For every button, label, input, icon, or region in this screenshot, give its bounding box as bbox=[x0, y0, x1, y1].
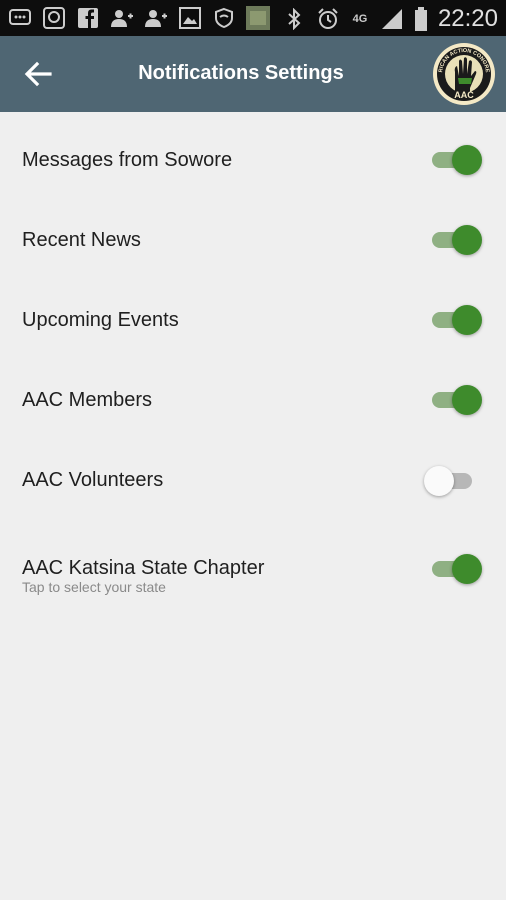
setting-label: AAC Volunteers bbox=[22, 469, 164, 491]
network-type: 4G bbox=[352, 13, 368, 25]
alarm-icon bbox=[316, 7, 340, 31]
aac-logo: AFRICAN ACTION CONGRESS AAC bbox=[430, 38, 496, 106]
aac-volunteers-switch[interactable] bbox=[424, 466, 482, 496]
switch-thumb bbox=[424, 466, 454, 496]
switch-thumb bbox=[452, 305, 482, 335]
setting-label: AAC Members bbox=[22, 389, 153, 411]
setting-row-recent-news[interactable]: Recent News bbox=[0, 192, 506, 272]
clock: 22:20 bbox=[437, 5, 498, 32]
setting-row-messages-from-sowore[interactable]: Messages from Sowore bbox=[0, 112, 506, 192]
switch-thumb bbox=[452, 225, 482, 255]
notification-icons bbox=[8, 6, 270, 30]
setting-row-aac-volunteers[interactable]: AAC Volunteers bbox=[0, 432, 506, 512]
page-title: Notifications Settings bbox=[138, 62, 344, 84]
messages-from-sowore-switch[interactable] bbox=[432, 145, 482, 175]
aac-members-switch[interactable] bbox=[432, 385, 482, 415]
bluetooth-icon bbox=[282, 7, 306, 31]
switch-thumb bbox=[452, 554, 482, 584]
setting-row-upcoming-events[interactable]: Upcoming Events bbox=[0, 272, 506, 352]
notification-settings-list: Messages from Sowore Recent News Upcomin… bbox=[0, 112, 506, 602]
battery-icon bbox=[414, 7, 428, 31]
switch-thumb bbox=[452, 145, 482, 175]
add-user-icon bbox=[144, 6, 168, 30]
setting-row-aac-katsina-state-chapter[interactable]: AAC Katsina State Chapter Tap to select … bbox=[0, 512, 506, 602]
setting-sublabel: Tap to select your state bbox=[22, 579, 166, 595]
setting-label: Messages from Sowore bbox=[22, 149, 233, 171]
message-icon bbox=[8, 6, 32, 30]
setting-label: Upcoming Events bbox=[22, 309, 179, 331]
switch-thumb bbox=[452, 385, 482, 415]
setting-row-aac-members[interactable]: AAC Members bbox=[0, 352, 506, 432]
signal-icon bbox=[380, 7, 404, 31]
recent-news-switch[interactable] bbox=[432, 225, 482, 255]
photo-icon bbox=[246, 6, 270, 30]
aac-katsina-state-chapter-switch[interactable] bbox=[432, 554, 482, 584]
setting-label: Recent News bbox=[22, 229, 141, 251]
bbm-icon bbox=[42, 6, 66, 30]
app-bar: Notifications Settings AFRICAN ACTION CO… bbox=[0, 36, 506, 112]
upcoming-events-switch[interactable] bbox=[432, 305, 482, 335]
logo-abbreviation: AAC bbox=[454, 90, 474, 100]
gallery-icon bbox=[178, 6, 202, 30]
system-icons: 4G 22:20 bbox=[282, 5, 498, 33]
facebook-icon bbox=[76, 6, 100, 30]
shield-icon bbox=[212, 6, 236, 30]
status-bar: 4G 22:20 bbox=[0, 0, 506, 36]
setting-label: AAC Katsina State Chapter bbox=[22, 557, 265, 579]
add-user-icon bbox=[110, 6, 134, 30]
